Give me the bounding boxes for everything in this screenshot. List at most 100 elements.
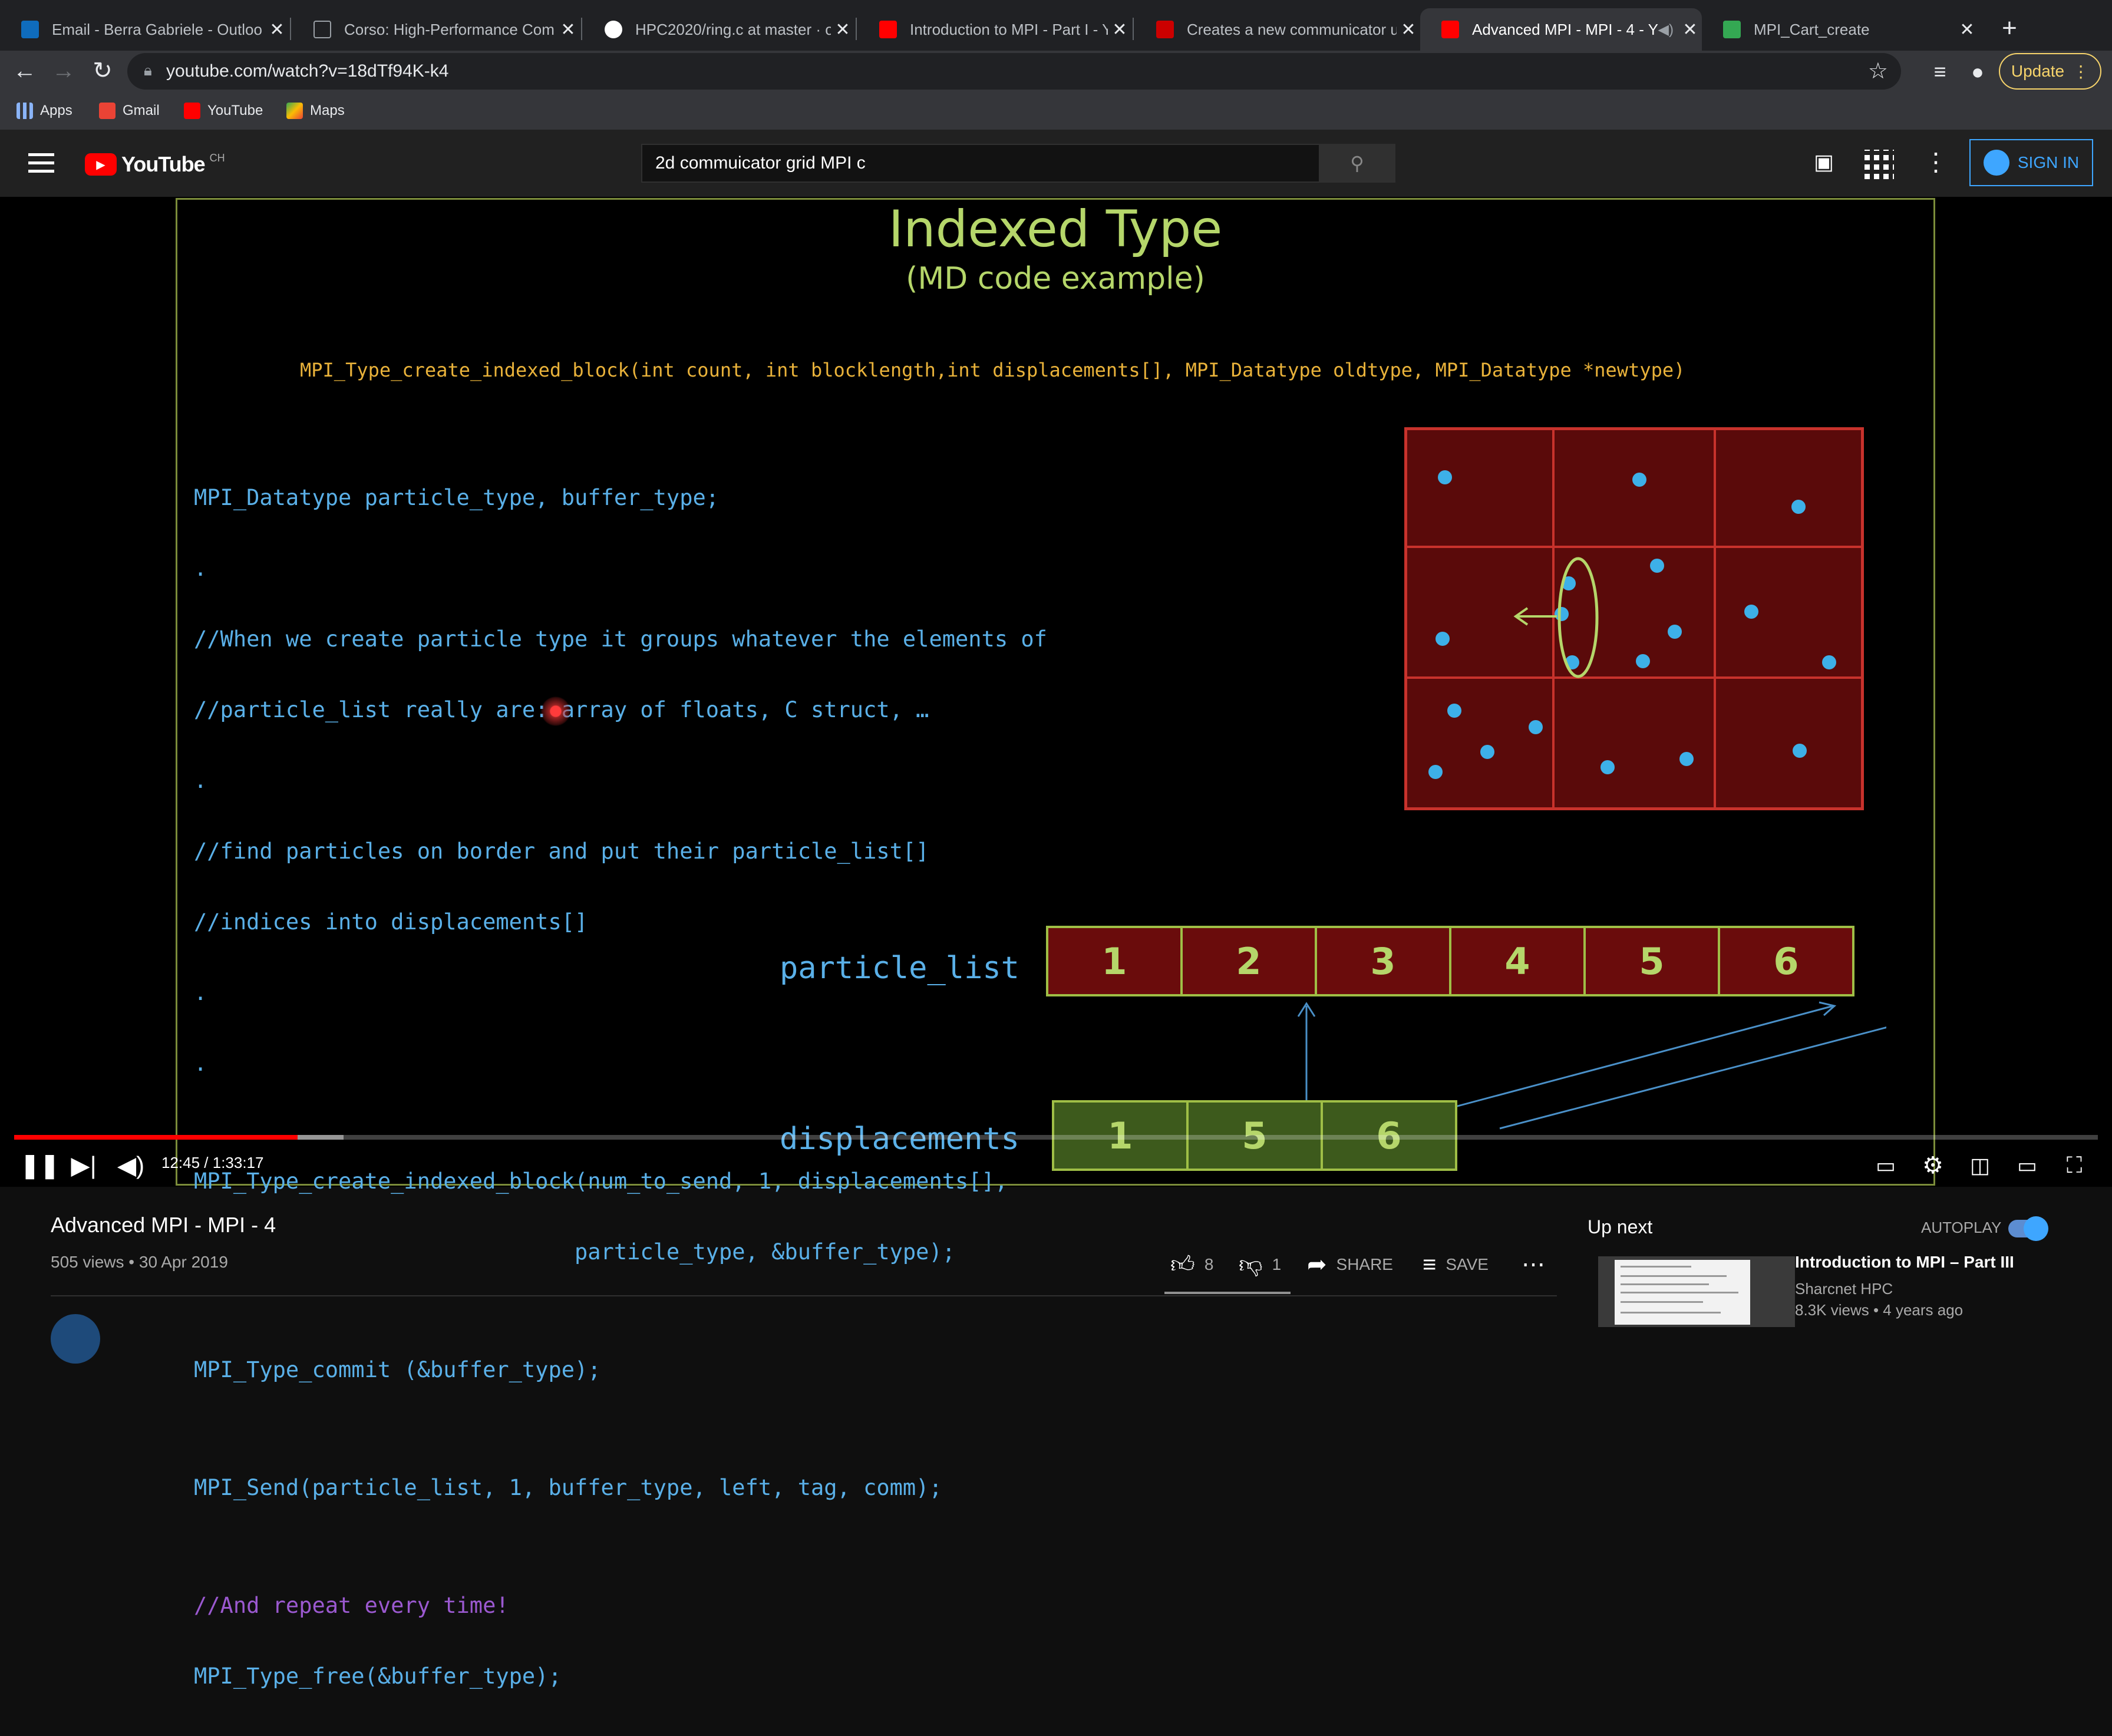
google-drive-icon	[1723, 21, 1741, 38]
tab-title: Creates a new communicator u	[1187, 20, 1397, 38]
youtube-icon	[184, 103, 200, 119]
close-tab-icon[interactable]: ✕	[1678, 19, 1702, 40]
thumbnail-line	[1621, 1312, 1721, 1313]
youtube-logo[interactable]: ▶ YouTube CH	[85, 152, 225, 177]
apps-grid-icon[interactable]	[1864, 150, 1894, 179]
close-tab-icon[interactable]: ✕	[1955, 19, 1979, 40]
share-button[interactable]: ➦ SHARE	[1307, 1248, 1393, 1281]
slide-title: Indexed Type	[888, 200, 1223, 259]
bookmark-apps[interactable]: Apps	[16, 99, 72, 123]
lock-icon[interactable]: 🔒︎	[144, 61, 164, 81]
bookmark-star-icon[interactable]: ☆	[1868, 58, 1888, 84]
fullscreen-icon[interactable]: ⛶	[2057, 1148, 2092, 1183]
tab-title: Corso: High-Performance Com	[344, 20, 555, 38]
address-bar[interactable]: 🔒︎ youtube.com/watch?v=18dTf94K-k4 ☆	[127, 53, 1901, 90]
browser-tab[interactable]: Creates a new communicator u ✕	[1135, 8, 1420, 51]
recommended-thumbnail[interactable]	[1598, 1256, 1795, 1327]
settings-gear-icon[interactable]: ⚙	[1915, 1148, 1951, 1183]
autoplay-toggle[interactable]	[2008, 1216, 2048, 1241]
bookmark-gmail[interactable]: Gmail	[99, 99, 160, 123]
recommended-channel[interactable]: Sharcnet HPC	[1795, 1280, 1893, 1298]
dislike-button[interactable]: 👎︎ 1	[1239, 1248, 1281, 1281]
audio-playing-icon[interactable]: ◀)	[1658, 21, 1674, 38]
browser-tab-active[interactable]: Advanced MPI - MPI - 4 - Y ◀) ✕	[1420, 8, 1702, 51]
thumbnail-image	[1615, 1260, 1750, 1325]
search-button[interactable]: ⚲	[1319, 144, 1395, 183]
recommended-title[interactable]: Introduction to MPI – Part III	[1795, 1253, 2014, 1272]
i3-icon	[314, 21, 331, 38]
browser-tab[interactable]: MPI_Cart_create ✕	[1702, 8, 1979, 51]
new-tab-button[interactable]: +	[1993, 12, 2026, 45]
bookmark-youtube[interactable]: YouTube	[184, 99, 263, 123]
reload-icon[interactable]: ↻	[85, 53, 120, 88]
code-line: particle_type, &buffer_type);	[194, 1239, 956, 1265]
theater-mode-icon[interactable]: ▭	[2009, 1148, 2045, 1183]
bookmark-label: Gmail	[123, 103, 160, 118]
save-label: SAVE	[1446, 1255, 1489, 1273]
search-icon: ⚲	[1350, 153, 1364, 174]
code-line: MPI_Type_free(&buffer_type);	[194, 1664, 562, 1689]
selection-ellipse	[1557, 557, 1599, 678]
sign-in-button[interactable]: SIGN IN	[1969, 139, 2093, 186]
miniplayer-icon[interactable]: ◫	[1962, 1148, 1998, 1183]
code-comment-line: //And repeat every time!	[194, 1593, 509, 1618]
url-text[interactable]: youtube.com/watch?v=18dTf94K-k4	[166, 61, 448, 81]
thumbs-down-icon: 👎︎	[1239, 1252, 1263, 1278]
browser-tab[interactable]: HPC2020/ring.c at master · osc ✕	[583, 8, 854, 51]
channel-avatar[interactable]	[51, 1314, 100, 1364]
close-tab-icon[interactable]: ✕	[1108, 19, 1131, 40]
toggle-knob	[2024, 1216, 2048, 1241]
browser-tab-strip: Email - Berra Gabriele - Outloo ✕ Corso:…	[0, 0, 2112, 51]
subtitles-icon[interactable]: ▭	[1868, 1148, 1903, 1183]
thumbs-up-icon: 👍︎	[1170, 1252, 1195, 1278]
code-line: .	[194, 556, 207, 581]
like-button[interactable]: 👍︎ 8	[1170, 1248, 1213, 1281]
like-count: 8	[1204, 1255, 1214, 1273]
playlist-add-icon: ≡	[1423, 1251, 1437, 1278]
tab-title: Email - Berra Gabriele - Outloo	[52, 20, 262, 38]
search-query-text[interactable]: 2d commuicator grid MPI c	[655, 153, 866, 173]
forward-icon[interactable]: →	[46, 53, 81, 88]
reading-list-icon[interactable]: ≡	[1922, 54, 1958, 90]
browser-tab[interactable]: Introduction to MPI - Part I - Yo ✕	[858, 8, 1131, 51]
update-button[interactable]: Update ⋮	[1999, 53, 2101, 90]
array-cell: 1	[1046, 926, 1183, 996]
volume-button[interactable]: ◀)	[113, 1148, 148, 1183]
like-ratio-bar	[1164, 1292, 1291, 1294]
tab-separator	[856, 18, 857, 40]
back-icon[interactable]: ←	[7, 53, 42, 88]
bookmark-maps[interactable]: Maps	[286, 99, 345, 123]
bookmark-label: YouTube	[207, 103, 263, 118]
youtube-play-logo-icon: ▶	[85, 153, 117, 176]
browser-tab[interactable]: Corso: High-Performance Com ✕	[292, 8, 580, 51]
hamburger-menu-icon[interactable]	[28, 151, 54, 174]
close-tab-icon[interactable]: ✕	[556, 19, 580, 40]
settings-more-icon[interactable]: ⋮	[1923, 147, 1948, 180]
create-video-icon[interactable]: ▣	[1809, 150, 1839, 179]
tab-title: MPI_Cart_create	[1754, 20, 1870, 38]
thumbnail-line	[1621, 1266, 1691, 1268]
apps-grid-icon	[16, 103, 33, 119]
close-tab-icon[interactable]: ✕	[265, 19, 289, 40]
bookmark-label: Maps	[310, 103, 345, 118]
profile-icon[interactable]: ●	[1960, 54, 1995, 90]
next-video-button[interactable]: ▶|	[66, 1148, 101, 1183]
close-tab-icon[interactable]: ✕	[831, 19, 854, 40]
slide-subtitle: (MD code example)	[906, 261, 1205, 296]
close-tab-icon[interactable]: ✕	[1397, 19, 1420, 40]
pause-button[interactable]: ❚❚	[20, 1148, 60, 1183]
code-line: MPI_Datatype particle_type, buffer_type;	[194, 485, 720, 510]
browser-tab[interactable]: Email - Berra Gabriele - Outloo ✕	[0, 8, 289, 51]
array-cell: 5	[1583, 926, 1720, 996]
video-title: Advanced MPI - MPI - 4	[51, 1213, 276, 1237]
search-input[interactable]: 2d commuicator grid MPI c	[641, 144, 1320, 183]
tab-title: HPC2020/ring.c at master · osc	[635, 20, 831, 38]
dislike-count: 1	[1272, 1255, 1282, 1273]
array-cell: 3	[1315, 926, 1451, 996]
border-selection-overlay	[1513, 557, 1599, 678]
up-next-heading: Up next	[1588, 1216, 1653, 1237]
more-actions-button[interactable]: ⋯	[1522, 1248, 1545, 1281]
code-line: .	[194, 768, 207, 793]
tab-title: Advanced MPI - MPI - 4 - Y	[1472, 20, 1658, 38]
save-button[interactable]: ≡ SAVE	[1423, 1248, 1489, 1281]
